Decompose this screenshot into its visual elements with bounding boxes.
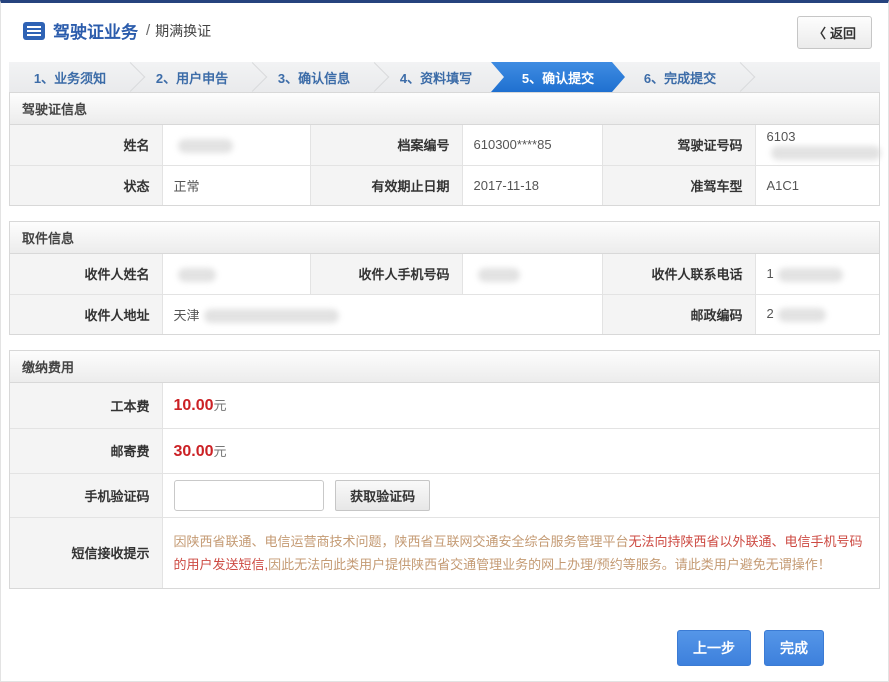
field-value-license-number: 6103 xyxy=(755,125,879,165)
redacted-value xyxy=(771,146,881,160)
redacted-value xyxy=(478,268,520,282)
step-label: 6、完成提交 xyxy=(644,68,716,87)
page-subtitle: 期满换证 xyxy=(155,21,211,41)
section-title: 缴纳费用 xyxy=(10,351,879,383)
field-label-recipient-name: 收件人姓名 xyxy=(10,254,162,294)
table-row: 收件人姓名 收件人手机号码 收件人联系电话 1 xyxy=(10,254,879,294)
field-label-postal-code: 邮政编码 xyxy=(602,294,755,334)
redacted-value xyxy=(778,268,843,282)
section-license-info: 驾驶证信息 姓名 档案编号 610300****85 驾驶证号码 6103 状态… xyxy=(9,92,880,206)
field-label-name: 姓名 xyxy=(10,125,162,165)
fee-amount: 10.00 xyxy=(174,397,214,414)
value-text: 2 xyxy=(767,306,774,321)
field-label-mailing-fee: 邮寄费 xyxy=(10,428,162,473)
redacted-value xyxy=(178,139,233,153)
field-label-sms-code: 手机验证码 xyxy=(10,473,162,517)
section-title: 驾驶证信息 xyxy=(10,93,879,125)
value-text: 1 xyxy=(767,266,774,281)
step-label: 2、用户申告 xyxy=(156,68,228,87)
section-pickup-info: 取件信息 收件人姓名 收件人手机号码 收件人联系电话 1 收件人地址 天津 邮政… xyxy=(9,221,880,335)
field-label-recipient-phone: 收件人联系电话 xyxy=(602,254,755,294)
field-label-status: 状态 xyxy=(10,165,162,205)
fees-table: 工本费 10.00元 邮寄费 30.00元 手机验证码 获取验证码 短信接收提示… xyxy=(10,383,879,588)
field-value-vehicle-type: A1C1 xyxy=(755,165,879,205)
field-value-production-fee: 10.00元 xyxy=(162,383,879,428)
footer-actions: 上一步 完成 xyxy=(1,604,888,666)
field-label-valid-until: 有效期止日期 xyxy=(310,165,462,205)
back-button[interactable]: 〈返回 xyxy=(797,16,872,49)
step-separator-chevron xyxy=(726,62,756,92)
table-row: 手机验证码 获取验证码 xyxy=(10,473,879,517)
back-chevron-icon: 〈 xyxy=(813,26,826,41)
sms-notice-text: 因陕西省联通、电信运营商技术问题，陕西省互联网交通安全综合服务管理平台无法向持陕… xyxy=(162,517,879,588)
license-info-table: 姓名 档案编号 610300****85 驾驶证号码 6103 状态 正常 有效… xyxy=(10,125,879,205)
field-sms-code: 获取验证码 xyxy=(162,473,879,517)
section-title: 取件信息 xyxy=(10,222,879,254)
fee-unit: 元 xyxy=(214,444,227,459)
redacted-value xyxy=(178,268,216,282)
field-value-recipient-phone: 1 xyxy=(755,254,879,294)
step-label: 1、业务须知 xyxy=(34,68,106,87)
page-title: 驾驶证业务 xyxy=(53,18,138,43)
field-value-postal-code: 2 xyxy=(755,294,879,334)
section-fees: 缴纳费用 工本费 10.00元 邮寄费 30.00元 手机验证码 获取验证码 短… xyxy=(9,350,880,589)
notice-text-part3: 因此无法向此类用户提供陕西省交通管理业务的网上办理/预约等服务。请此类用户避免无… xyxy=(268,557,831,572)
fee-amount: 30.00 xyxy=(174,443,214,460)
get-sms-code-button[interactable]: 获取验证码 xyxy=(335,480,430,511)
table-row: 短信接收提示 因陕西省联通、电信运营商技术问题，陕西省互联网交通安全综合服务管理… xyxy=(10,517,879,588)
table-row: 工本费 10.00元 xyxy=(10,383,879,428)
step-5-confirm-submit-active[interactable]: 5、确认提交 xyxy=(491,62,625,92)
table-row: 状态 正常 有效期止日期 2017-11-18 准驾车型 A1C1 xyxy=(10,165,879,205)
field-value-mailing-fee: 30.00元 xyxy=(162,428,879,473)
previous-step-button[interactable]: 上一步 xyxy=(677,630,751,666)
value-text: 6103 xyxy=(767,129,796,144)
field-label-license-number: 驾驶证号码 xyxy=(602,125,755,165)
step-4-fill-data[interactable]: 4、资料填写 xyxy=(375,62,497,92)
field-value-name xyxy=(162,125,310,165)
sms-code-input[interactable] xyxy=(174,480,324,511)
step-label: 5、确认提交 xyxy=(522,68,594,87)
field-value-recipient-mobile xyxy=(462,254,602,294)
table-row: 姓名 档案编号 610300****85 驾驶证号码 6103 xyxy=(10,125,879,165)
table-row: 邮寄费 30.00元 xyxy=(10,428,879,473)
redacted-value xyxy=(778,308,826,322)
fee-unit: 元 xyxy=(214,398,227,413)
step-progress-bar: 1、业务须知 2、用户申告 3、确认信息 4、资料填写 5、确认提交 6、完成提… xyxy=(9,62,880,92)
field-label-sms-notice: 短信接收提示 xyxy=(10,517,162,588)
step-1-notice[interactable]: 1、业务须知 xyxy=(9,62,131,92)
field-label-production-fee: 工本费 xyxy=(10,383,162,428)
finish-button[interactable]: 完成 xyxy=(764,630,824,666)
back-button-label: 返回 xyxy=(830,26,856,41)
step-6-complete[interactable]: 6、完成提交 xyxy=(619,62,741,92)
field-label-recipient-mobile: 收件人手机号码 xyxy=(310,254,462,294)
field-label-recipient-address: 收件人地址 xyxy=(10,294,162,334)
step-2-declaration[interactable]: 2、用户申告 xyxy=(131,62,253,92)
step-label: 4、资料填写 xyxy=(400,68,472,87)
field-value-recipient-address: 天津 xyxy=(162,294,602,334)
header: 驾驶证业务 / 期满换证 〈返回 xyxy=(1,3,888,56)
field-value-file-number: 610300****85 xyxy=(462,125,602,165)
notice-text-part1: 因陕西省联通、电信运营商技术问题，陕西省互联网交通安全综合服务管理平台 xyxy=(174,534,629,549)
field-label-vehicle-type: 准驾车型 xyxy=(602,165,755,205)
redacted-value xyxy=(204,309,339,323)
step-label: 3、确认信息 xyxy=(278,68,350,87)
step-3-confirm-info[interactable]: 3、确认信息 xyxy=(253,62,375,92)
breadcrumb-separator: / xyxy=(146,22,150,39)
field-value-valid-until: 2017-11-18 xyxy=(462,165,602,205)
page-container: 驾驶证业务 / 期满换证 〈返回 1、业务须知 2、用户申告 3、确认信息 4、… xyxy=(0,0,889,682)
license-list-icon xyxy=(23,22,45,40)
value-text: 天津 xyxy=(174,308,200,323)
field-value-status: 正常 xyxy=(162,165,310,205)
pickup-info-table: 收件人姓名 收件人手机号码 收件人联系电话 1 收件人地址 天津 邮政编码 2 xyxy=(10,254,879,334)
field-value-recipient-name xyxy=(162,254,310,294)
field-label-file-number: 档案编号 xyxy=(310,125,462,165)
table-row: 收件人地址 天津 邮政编码 2 xyxy=(10,294,879,334)
